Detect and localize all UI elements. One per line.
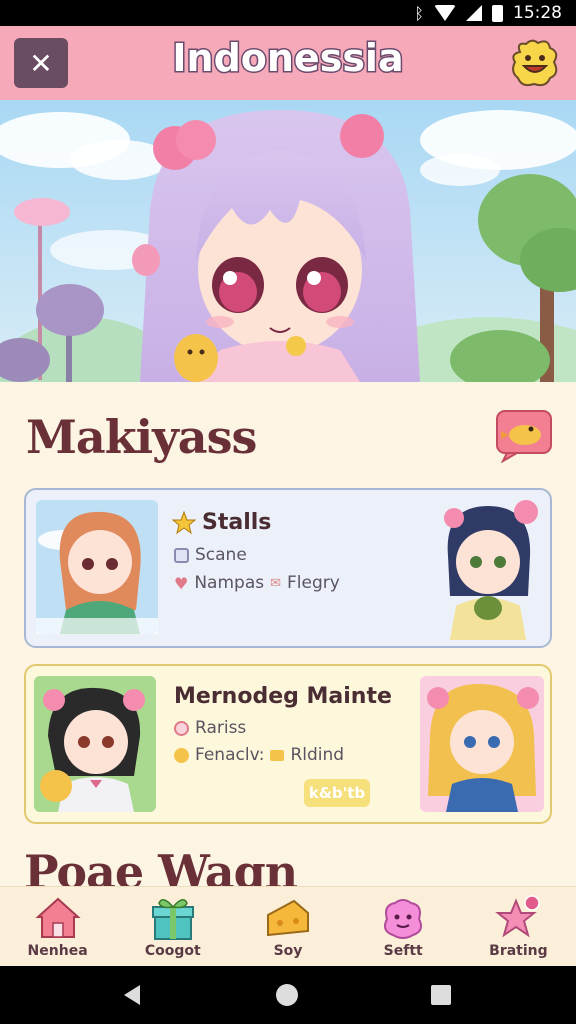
section-title: Makiyass <box>26 410 257 464</box>
smile-icon <box>174 747 189 763</box>
card-detail-line: Scane <box>174 545 247 565</box>
chat-button[interactable] <box>495 409 553 464</box>
card-detail-text: Flegry <box>287 573 340 593</box>
star-badge-icon <box>495 895 541 938</box>
pink-blob-icon <box>384 899 423 939</box>
card-detail-text: Rldind <box>290 745 345 765</box>
home-icon[interactable] <box>276 984 298 1006</box>
page-title: Indonessia <box>171 35 405 82</box>
square-icon <box>174 547 189 563</box>
nav-label: Soy <box>273 943 303 959</box>
app-header: ✕ Indonessia <box>0 26 576 100</box>
status-badge: k&b'tb <box>304 779 370 807</box>
nav-label: Seftt <box>383 943 423 959</box>
nav-item-gift[interactable]: Coogot <box>115 887 230 966</box>
nav-label: Brating <box>489 943 548 959</box>
house-icon <box>34 897 81 938</box>
section-title: Poae Wagn <box>24 845 298 886</box>
smiling-mascot-icon <box>512 39 558 87</box>
card-avatar-right <box>444 500 538 640</box>
card-detail-text: Nampas <box>194 573 265 593</box>
recent-apps-icon[interactable] <box>431 985 451 1005</box>
status-bar: ᛒ 15:28 <box>0 0 576 26</box>
card-avatar-right <box>420 676 544 812</box>
nav-item-soy[interactable]: Soy <box>230 887 345 966</box>
status-time: 15:28 <box>513 3 562 23</box>
list-item[interactable]: Stalls Scane ♥ Nampas ✉ Flegry <box>24 488 552 648</box>
card-detail-line: ♥ Nampas ✉ Flegry <box>174 573 340 593</box>
card-detail-text: Rariss <box>195 718 247 738</box>
star-icon <box>172 510 196 534</box>
card-detail-text: Scane <box>195 545 247 565</box>
cheese-icon <box>267 899 309 937</box>
gift-box-icon <box>151 899 194 940</box>
cellular-signal-icon <box>466 5 482 21</box>
card-detail-line: Fenaclv: Rldind <box>174 745 344 765</box>
duck-chat-bubble-icon <box>496 410 552 464</box>
wifi-icon <box>434 5 456 21</box>
nav-label: Nenhea <box>27 943 88 959</box>
back-icon[interactable] <box>124 985 140 1005</box>
battery-icon <box>492 4 503 22</box>
nav-label: Coogot <box>144 943 201 959</box>
card-title-text: Stalls <box>202 510 272 535</box>
envelope-icon: ✉ <box>270 575 282 591</box>
mascot-button[interactable] <box>510 38 560 88</box>
card-title: Stalls <box>172 510 271 535</box>
card-avatar-left <box>34 676 156 812</box>
folder-icon <box>270 749 285 761</box>
card-detail-text: Fenaclv: <box>195 745 265 765</box>
bluetooth-icon: ᛒ <box>414 3 424 23</box>
circle-icon <box>174 720 189 736</box>
card-avatar-left <box>36 500 158 634</box>
nav-item-self[interactable]: Seftt <box>346 887 461 966</box>
system-nav-bar <box>0 966 576 1024</box>
nav-item-rating[interactable]: Brating <box>461 887 576 966</box>
list-item[interactable]: Mernodeg Mainte Rariss Fenaclv: Rldind <box>24 664 552 824</box>
anime-girl-hero-image <box>0 100 576 382</box>
nav-item-home[interactable]: Nenhea <box>0 887 115 966</box>
card-detail-line: Rariss <box>174 718 246 738</box>
bottom-nav: Nenhea Coogot Soy Seftt Brating <box>0 886 576 966</box>
heart-icon: ♥ <box>174 573 189 593</box>
hero-illustration <box>0 100 576 382</box>
card-title: Mernodeg Mainte <box>174 684 392 709</box>
